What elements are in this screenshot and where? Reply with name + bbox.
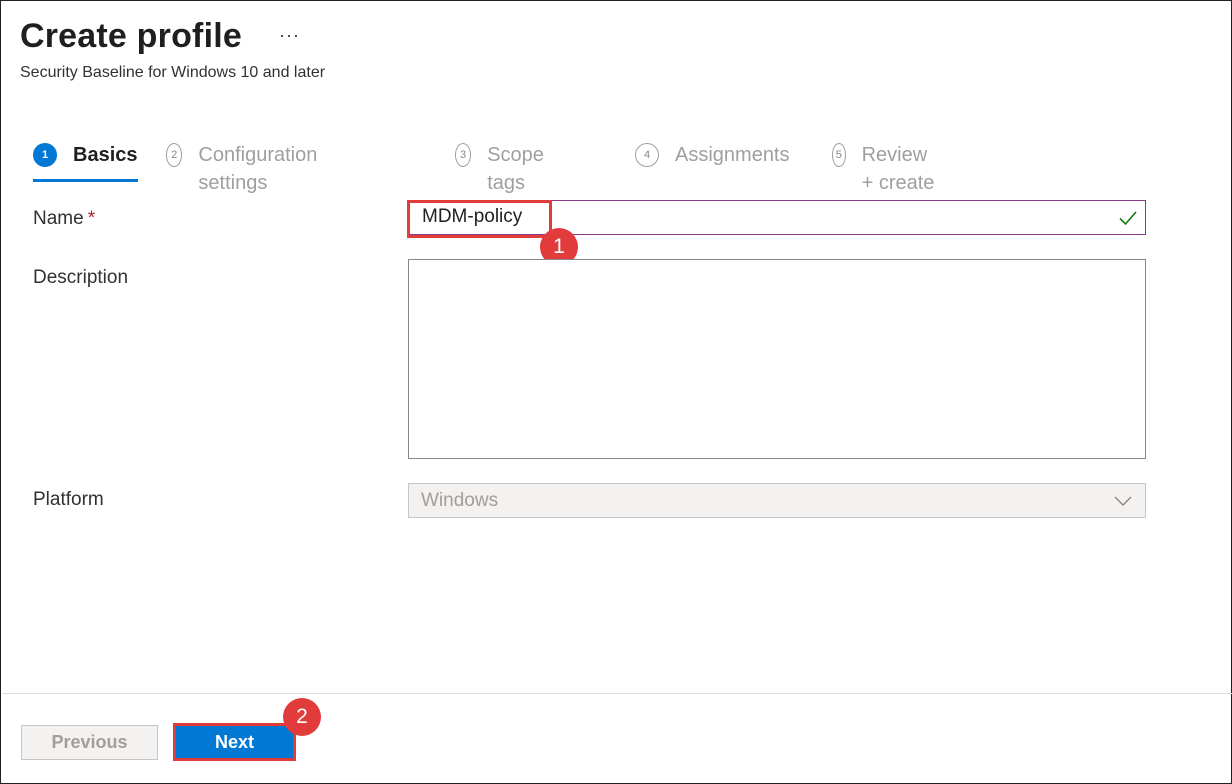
chevron-down-icon — [1114, 496, 1132, 506]
step-number-5: 5 — [832, 143, 846, 167]
checkmark-icon — [1119, 211, 1137, 226]
step-review-create[interactable]: 5 Review + create — [832, 141, 938, 194]
name-highlight-box — [407, 200, 552, 238]
step-number-2: 2 — [166, 143, 183, 167]
footer-divider — [2, 693, 1232, 694]
step-basics[interactable]: 1 Basics — [33, 141, 138, 182]
step-scope-tags[interactable]: 3 Scope tags — [455, 141, 552, 194]
platform-value: Windows — [421, 490, 499, 511]
step-label-configuration-settings: Configuration settings — [198, 144, 318, 194]
step-number-4: 4 — [635, 143, 659, 167]
step-label-scope-tags: Scope tags — [487, 144, 544, 194]
name-label: Name * — [33, 208, 95, 230]
step-assignments[interactable]: 4 Assignments — [635, 141, 790, 181]
step-number-3: 3 — [455, 143, 472, 167]
more-options-button[interactable]: ··· — [279, 25, 300, 46]
name-label-text: Name — [33, 208, 84, 229]
step-label-review-create: Review + create — [861, 144, 935, 194]
annotation-badge-2: 2 — [283, 698, 321, 736]
required-indicator: * — [87, 208, 96, 229]
create-profile-window: Create profile ··· Security Baseline for… — [0, 0, 1232, 784]
next-button[interactable]: Next — [173, 723, 296, 761]
active-step-underline — [33, 179, 138, 182]
step-label-assignments: Assignments — [675, 144, 790, 166]
description-label: Description — [33, 267, 129, 288]
step-configuration-settings[interactable]: 2 Configuration settings — [166, 141, 325, 194]
description-textarea[interactable] — [408, 259, 1146, 459]
step-label-basics: Basics — [73, 144, 138, 166]
page-subtitle: Security Baseline for Windows 10 and lat… — [20, 64, 326, 81]
page-title: Create profile — [20, 17, 242, 55]
step-number-1: 1 — [33, 143, 57, 167]
previous-button[interactable]: Previous — [21, 725, 158, 760]
platform-dropdown[interactable]: Windows — [408, 483, 1146, 518]
platform-label: Platform — [33, 489, 104, 510]
